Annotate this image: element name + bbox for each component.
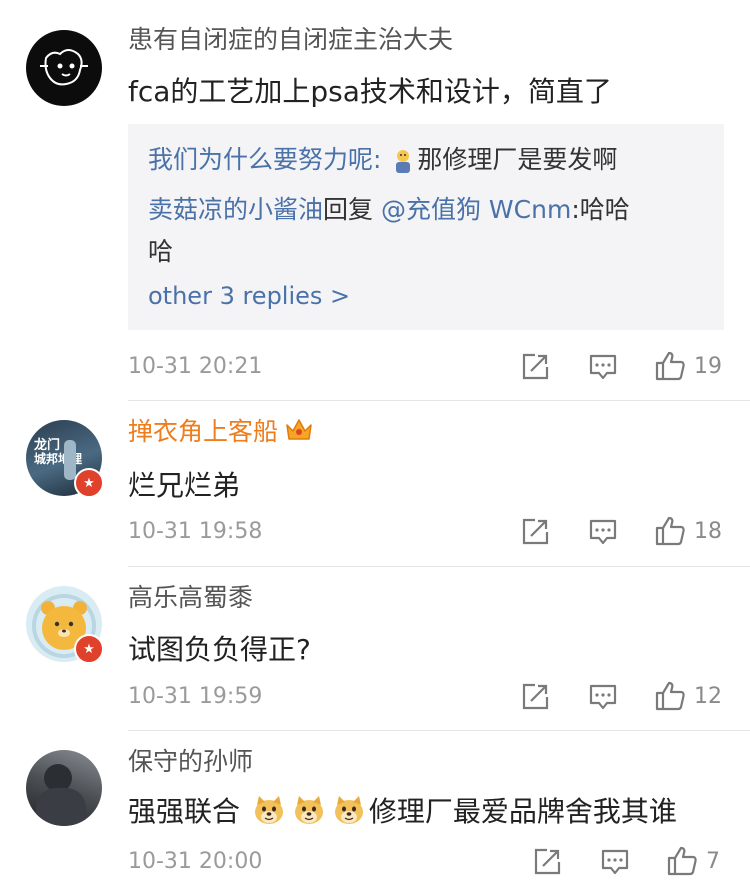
like-count: 7 xyxy=(706,848,720,874)
share-button[interactable] xyxy=(532,847,562,877)
sweat-emoji-icon xyxy=(392,148,414,180)
username[interactable]: 高乐高蜀黍 xyxy=(128,578,253,614)
verified-badge-icon: ★ xyxy=(74,634,104,664)
doge-emoji-icon xyxy=(332,793,366,834)
reply-author[interactable]: 我们为什么要努力呢: xyxy=(148,145,381,174)
avatar[interactable]: ★ xyxy=(26,586,104,664)
comment-text: 试图负负得正? xyxy=(128,633,311,666)
timestamp: 10-31 19:58 xyxy=(128,519,263,544)
vip-crown-icon xyxy=(284,415,314,449)
thumbs-up-icon xyxy=(654,680,686,712)
timestamp: 10-31 19:59 xyxy=(128,684,263,709)
comment-text: 烂兄烂弟 xyxy=(128,469,241,502)
reply-text: 哈 xyxy=(148,237,174,266)
dog-sketch-icon xyxy=(40,49,88,86)
avatar[interactable]: 龙门 城邦地理 ★ xyxy=(26,420,104,498)
reply-verb: 回复 xyxy=(323,195,374,224)
more-replies-link[interactable]: other 3 replies > xyxy=(148,282,350,310)
thumbs-up-icon xyxy=(666,845,698,877)
like-button[interactable]: 19 xyxy=(654,350,722,382)
reply-mention[interactable]: @充值狗 WCnm xyxy=(381,195,571,224)
username[interactable]: 患有自闭症的自闭症主治大夫 xyxy=(128,20,453,56)
reply-line: 我们为什么要努力呢: 那修理厂是要发啊 xyxy=(148,140,617,180)
divider xyxy=(128,400,750,401)
username[interactable]: 保守的孙师 xyxy=(128,742,253,778)
verified-badge-icon: ★ xyxy=(74,468,104,498)
like-button[interactable]: 12 xyxy=(654,680,722,712)
reply-icon xyxy=(588,352,618,382)
reply-icon xyxy=(588,682,618,712)
timestamp: 10-31 20:00 xyxy=(128,849,263,874)
like-button[interactable]: 7 xyxy=(666,845,720,877)
reply-button[interactable] xyxy=(588,682,618,712)
reply-button[interactable] xyxy=(588,517,618,547)
share-icon xyxy=(520,352,550,382)
divider xyxy=(128,730,750,731)
avatar[interactable] xyxy=(26,30,102,106)
reply-button[interactable] xyxy=(588,352,618,382)
thumbs-up-icon xyxy=(654,515,686,547)
comment-text: fca的工艺加上psa技术和设计，简直了 xyxy=(128,75,612,108)
replies-box[interactable]: 我们为什么要努力呢: 那修理厂是要发啊 卖菇凉的小酱油回复 @充值狗 WCnm:… xyxy=(128,124,724,330)
share-button[interactable] xyxy=(520,682,550,712)
share-icon xyxy=(520,517,550,547)
reply-text: :哈哈 xyxy=(571,195,630,224)
like-button[interactable]: 18 xyxy=(654,515,722,547)
reply-icon xyxy=(588,517,618,547)
reply-line: 卖菇凉的小酱油回复 @充值狗 WCnm:哈哈 xyxy=(148,190,630,226)
reply-author[interactable]: 卖菇凉的小酱油 xyxy=(148,195,323,224)
username[interactable]: 掸衣角上客船 xyxy=(128,412,314,449)
doge-emoji-icon xyxy=(292,793,326,834)
share-icon xyxy=(520,682,550,712)
share-button[interactable] xyxy=(520,517,550,547)
doge-emoji-icon xyxy=(252,793,286,834)
share-button[interactable] xyxy=(520,352,550,382)
reply-line-wrap: 哈 xyxy=(148,232,173,268)
like-count: 18 xyxy=(694,518,722,544)
comment-text: 强强联合 修理厂最爱品牌舍我其谁 xyxy=(128,790,677,834)
reply-button[interactable] xyxy=(600,847,630,877)
like-count: 12 xyxy=(694,683,722,709)
reply-icon xyxy=(600,847,630,877)
timestamp: 10-31 20:21 xyxy=(128,354,263,379)
reply-text: 那修理厂是要发啊 xyxy=(417,145,618,174)
thumbs-up-icon xyxy=(654,350,686,382)
divider xyxy=(128,566,750,567)
share-icon xyxy=(532,847,562,877)
avatar[interactable] xyxy=(26,750,102,826)
like-count: 19 xyxy=(694,353,722,379)
